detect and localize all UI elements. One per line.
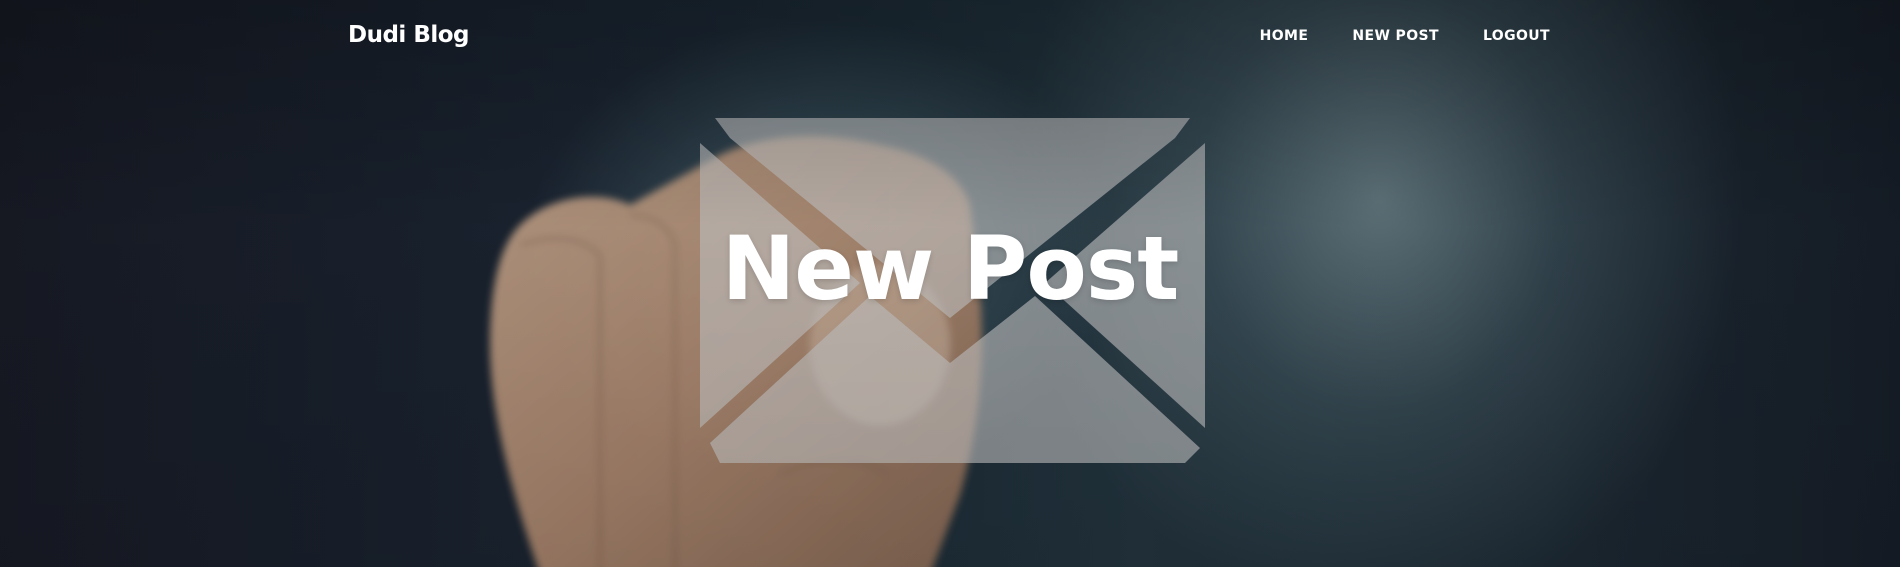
nav-menu: HOME NEW POST LOGOUT (1216, 28, 1550, 44)
nav-item-home[interactable]: HOME (1260, 28, 1309, 44)
nav-item-logout[interactable]: LOGOUT (1483, 28, 1550, 44)
page-title: New Post (721, 217, 1180, 320)
navbar: Dudi Blog HOME NEW POST LOGOUT (0, 0, 1900, 74)
masthead: Dudi Blog HOME NEW POST LOGOUT New Post (0, 0, 1900, 567)
brand-link[interactable]: Dudi Blog (348, 22, 470, 48)
nav-item-new-post[interactable]: NEW POST (1352, 28, 1439, 44)
